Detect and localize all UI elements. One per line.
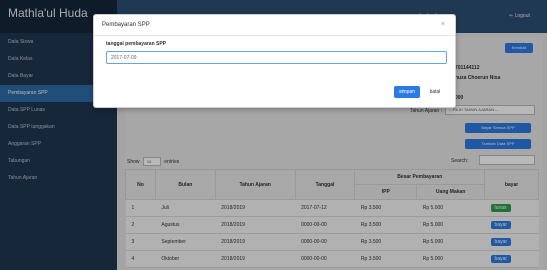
close-icon[interactable]: × <box>441 21 445 28</box>
simpan-button[interactable]: simpan <box>394 86 420 98</box>
pembayaran-spp-modal: Pembayaran SPP × tanggal pembayaran SPP … <box>93 14 456 108</box>
tanggal-input[interactable] <box>106 51 447 64</box>
tanggal-field-label: tanggal pembayaran SPP <box>106 41 167 47</box>
batal-button[interactable]: batal <box>424 86 446 98</box>
modal-title: Pembayaran SPP <box>102 22 150 28</box>
modal-divider <box>94 35 455 36</box>
